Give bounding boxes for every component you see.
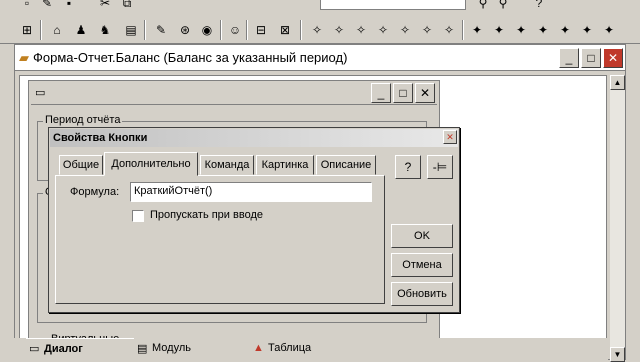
button-properties-dialog: Свойства Кнопки ✕ Общие Дополнительно Ко… bbox=[48, 127, 460, 313]
toolbar-separator bbox=[144, 20, 146, 40]
document-close-button[interactable]: ✕ bbox=[603, 48, 623, 68]
formula-input[interactable]: КраткийОтчёт() bbox=[130, 182, 372, 202]
scroll-up-button[interactable]: ▲ bbox=[610, 75, 625, 90]
tab-description[interactable]: Описание bbox=[316, 155, 376, 175]
form-minimize-button[interactable]: _ bbox=[371, 83, 391, 103]
cut-icon[interactable]: ✂ bbox=[96, 0, 114, 12]
form-maximize-button[interactable]: □ bbox=[393, 83, 413, 103]
toolbar-separator bbox=[300, 20, 302, 40]
tool-3-icon[interactable]: ✧ bbox=[352, 21, 370, 39]
vertical-scrollbar[interactable]: ▲ ▼ bbox=[609, 75, 625, 362]
dialog-title: Свойства Кнопки bbox=[53, 132, 148, 144]
ok-button[interactable]: OK bbox=[391, 224, 453, 248]
tool-9-icon[interactable]: ✦ bbox=[490, 21, 508, 39]
tab-dialog[interactable]: ▭ Диалог bbox=[26, 338, 134, 358]
form-icon: ▭ bbox=[35, 87, 46, 99]
formula-label: Формула: bbox=[70, 186, 120, 198]
toolbar-separator bbox=[246, 20, 248, 40]
toolbar-combo[interactable] bbox=[320, 0, 466, 10]
tab-table[interactable]: ▲ Таблица bbox=[250, 338, 380, 358]
period-group-label: Период отчёта bbox=[43, 114, 123, 126]
syntax-helper-icon[interactable]: ✎ bbox=[152, 21, 170, 39]
open-file-icon[interactable]: ✎ bbox=[38, 0, 56, 12]
tool-6-icon[interactable]: ✧ bbox=[418, 21, 436, 39]
document-titlebar: ▰ Форма-Отчет.Баланс (Баланс за указанны… bbox=[15, 45, 625, 71]
form-titlebar: ▭ _ □ ✕ bbox=[31, 83, 437, 105]
copy-icon[interactable]: ⧉ bbox=[118, 0, 136, 12]
toolbar-row-2: ⊞ ⌂ ♟ ♞ ▤ ✎ ⊛ ◉ ☺ ⊟ ⊠ ✧ ✧ ✧ ✧ ✧ ✧ ✧ ✦ ✦ … bbox=[0, 18, 640, 44]
tab-panel-additional: Формула: КраткийОтчёт() Пропускать при в… bbox=[55, 175, 385, 304]
dialog-edit-icon[interactable]: ⊟ bbox=[252, 21, 270, 39]
tool-2-icon[interactable]: ✧ bbox=[330, 21, 348, 39]
help-button[interactable]: ? bbox=[395, 155, 421, 179]
tool-13-icon[interactable]: ✦ bbox=[578, 21, 596, 39]
help-icon[interactable]: ? bbox=[530, 0, 548, 12]
pin-button[interactable]: -⊨ bbox=[427, 155, 453, 179]
tool-1-icon[interactable]: ✧ bbox=[308, 21, 326, 39]
toolbar-separator bbox=[462, 20, 464, 40]
form-close-button[interactable]: ✕ bbox=[415, 83, 435, 103]
new-file-icon[interactable]: ▫ bbox=[18, 0, 36, 12]
tool-4-icon[interactable]: ✧ bbox=[374, 21, 392, 39]
editor-tabs: ▭ Диалог ▤ Модуль ▲ Таблица bbox=[14, 338, 608, 360]
skip-on-input-checkbox[interactable] bbox=[132, 210, 144, 222]
tool-14-icon[interactable]: ✦ bbox=[600, 21, 618, 39]
tool-11-icon[interactable]: ✦ bbox=[534, 21, 552, 39]
dialog-close-button[interactable]: ✕ bbox=[443, 130, 457, 144]
tool-10-icon[interactable]: ✦ bbox=[512, 21, 530, 39]
tool-8-icon[interactable]: ✦ bbox=[468, 21, 486, 39]
skip-on-input-label: Пропускать при вводе bbox=[150, 209, 263, 221]
config-icon[interactable]: ⊞ bbox=[18, 21, 36, 39]
dialog-tab-icon: ▭ bbox=[29, 343, 40, 355]
find-icon[interactable]: ⚲ bbox=[474, 0, 492, 12]
find-next-icon[interactable]: ⚲ bbox=[494, 0, 512, 12]
rights-icon[interactable]: ♞ bbox=[96, 21, 114, 39]
toolbar-separator bbox=[220, 20, 222, 40]
metadata-icon[interactable]: ⌂ bbox=[48, 21, 66, 39]
tab-picture[interactable]: Картинка bbox=[256, 155, 314, 175]
users-icon[interactable]: ♟ bbox=[72, 21, 90, 39]
tool-5-icon[interactable]: ✧ bbox=[396, 21, 414, 39]
save-icon[interactable]: ▪ bbox=[60, 0, 78, 12]
cancel-button[interactable]: Отмена bbox=[391, 253, 453, 277]
formula-value: КраткийОтчёт() bbox=[134, 185, 213, 197]
toolbar-separator bbox=[40, 20, 42, 40]
update-button[interactable]: Обновить bbox=[391, 282, 453, 306]
tab-general[interactable]: Общие bbox=[59, 155, 103, 175]
tab-module[interactable]: ▤ Модуль bbox=[134, 338, 246, 358]
interfaces-icon[interactable]: ▤ bbox=[122, 21, 140, 39]
table-tab-icon: ▲ bbox=[253, 342, 264, 354]
module-tab-icon: ▤ bbox=[137, 342, 148, 355]
document-minimize-button[interactable]: _ bbox=[559, 48, 579, 68]
tab-command[interactable]: Команда bbox=[200, 155, 254, 175]
user-icon[interactable]: ☺ bbox=[226, 21, 244, 39]
tool-12-icon[interactable]: ✦ bbox=[556, 21, 574, 39]
document-maximize-button[interactable]: □ bbox=[581, 48, 601, 68]
document-icon: ▰ bbox=[19, 49, 29, 65]
tab-additional[interactable]: Дополнительно bbox=[104, 152, 198, 176]
tool-7-icon[interactable]: ✧ bbox=[440, 21, 458, 39]
dialog-titlebar: Свойства Кнопки bbox=[50, 129, 458, 147]
monitor-icon[interactable]: ◉ bbox=[198, 21, 216, 39]
table-edit-icon[interactable]: ⊠ bbox=[276, 21, 294, 39]
debugger-icon[interactable]: ⊛ bbox=[176, 21, 194, 39]
document-title: Форма-Отчет.Баланс (Баланс за указанный … bbox=[33, 50, 348, 65]
